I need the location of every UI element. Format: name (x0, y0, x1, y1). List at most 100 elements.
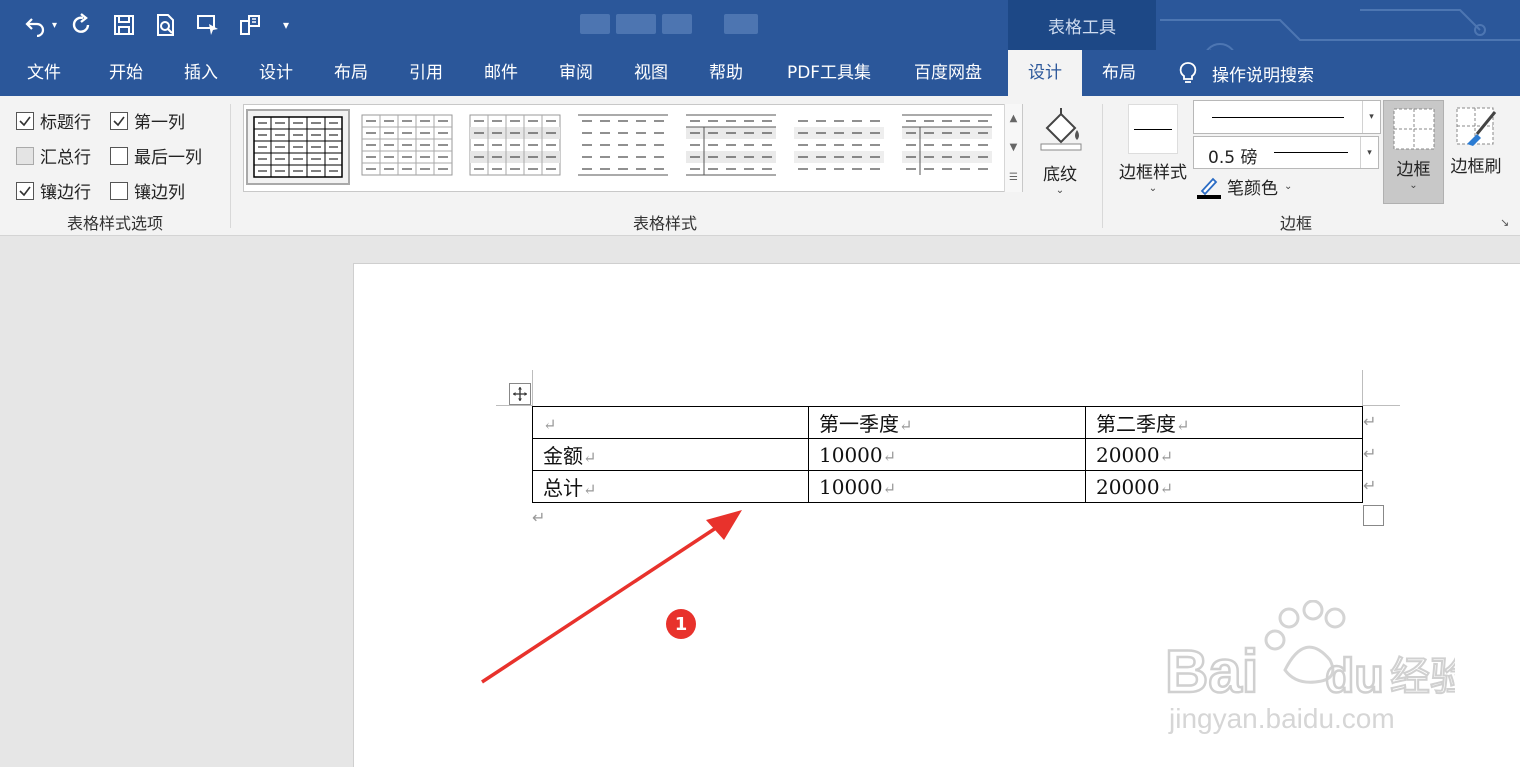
table-style-plain-lines-icon (578, 114, 668, 176)
borders-dialog-launcher-icon[interactable]: ↘ (1500, 216, 1509, 229)
table-guide-line (1362, 370, 1363, 406)
borders-button[interactable]: 边框 ⌄ (1383, 100, 1444, 204)
table-move-handle[interactable] (509, 383, 531, 405)
pen-color-icon (1197, 177, 1221, 199)
undo-dropdown-icon[interactable]: ▾ (52, 20, 57, 31)
customize-toolbar-icon[interactable]: ▾ (283, 18, 289, 32)
save-button[interactable] (107, 8, 141, 42)
undo-icon (25, 18, 45, 37)
table-cell[interactable]: 20000↵ (1085, 470, 1363, 503)
table-style-header-lines[interactable] (898, 109, 1002, 185)
touch-mode-button[interactable] (233, 8, 267, 42)
table-style-first-column[interactable] (682, 109, 786, 185)
present-icon (197, 15, 219, 35)
checkbox-header-row[interactable]: 标题行 (16, 108, 91, 133)
table-cell[interactable]: ↵ (532, 406, 809, 439)
checkbox-total-row[interactable]: 汇总行 (16, 143, 91, 168)
tab-references[interactable]: 引用 (392, 50, 460, 96)
move-arrows-icon (513, 387, 527, 401)
tab-home[interactable]: 开始 (92, 50, 160, 96)
tab-pdf-tools[interactable]: PDF工具集 (772, 50, 886, 96)
table-tools-context-title: 表格工具 (1008, 0, 1156, 50)
table-cell[interactable]: 10000↵ (808, 438, 1086, 471)
checkbox-disabled-icon (16, 146, 34, 165)
pen-color-label: 笔颜色 (1227, 179, 1278, 199)
shading-dropdown-icon: ⌄ (1055, 185, 1065, 196)
cell-end-mark: ↵ (583, 448, 597, 467)
checkbox-label: 第一列 (134, 113, 185, 133)
table-row: 金额↵ 10000↵ 20000↵ (532, 438, 1363, 471)
border-styles-button[interactable]: 边框样式 ⌄ (1112, 104, 1194, 194)
tab-mailings[interactable]: 邮件 (467, 50, 535, 96)
table-row: ↵ 第一季度↵ 第二季度↵ (532, 406, 1363, 439)
gallery-scroll-down[interactable]: ▼ (1004, 133, 1022, 162)
borders-grid-icon (1393, 108, 1434, 150)
border-painter-button[interactable]: 边框刷 (1446, 104, 1506, 177)
present-button[interactable] (191, 8, 225, 42)
row-end-mark: ↵ (1363, 412, 1377, 431)
gallery-scroll-up[interactable]: ▲ (1004, 104, 1022, 133)
cell-end-mark: ↵ (1159, 478, 1174, 498)
checkbox-first-column[interactable]: 第一列 (110, 108, 185, 133)
table-cell[interactable]: 20000↵ (1085, 438, 1363, 471)
print-preview-button[interactable] (149, 8, 183, 42)
table-style-grid[interactable] (246, 109, 350, 185)
row-end-mark: ↵ (1363, 444, 1377, 463)
red-arrow-annotation-icon (481, 510, 742, 684)
tab-design[interactable]: 设计 (242, 50, 310, 96)
tab-file[interactable]: 文件 (10, 50, 78, 96)
table-cell[interactable]: 第二季度↵ (1085, 406, 1363, 439)
table-style-plain-lines[interactable] (574, 109, 678, 185)
baidu-jingyan-watermark-icon: Bai du 经验 jingyan.baidu.com (1165, 600, 1455, 734)
line-style-sample (1212, 117, 1344, 118)
title-bar: ▾ ▾ 表格工具 (0, 0, 1520, 50)
quick-access-toolbar: ▾ ▾ (18, 8, 289, 42)
svg-text:Bai: Bai (1165, 638, 1258, 705)
circuit-decoration-icon (1160, 9, 1520, 50)
redo-button[interactable] (65, 8, 99, 42)
borders-label: 边框 (1396, 160, 1431, 180)
pen-color-button[interactable]: 笔颜色 ⌄ (1197, 174, 1292, 199)
undo-button[interactable] (18, 8, 52, 42)
table-style-light-grid[interactable] (358, 109, 462, 185)
border-painter-icon (1456, 107, 1497, 146)
border-styles-dropdown-icon: ⌄ (1148, 183, 1158, 194)
table-style-banded-light-icon (794, 120, 884, 170)
tab-view[interactable]: 视图 (617, 50, 685, 96)
tab-table-layout[interactable]: 布局 (1084, 50, 1154, 96)
checkbox-banded-columns[interactable]: 镶边列 (110, 178, 185, 203)
tab-baidu-netdisk[interactable]: 百度网盘 (898, 50, 998, 96)
table-style-light-grid-icon (361, 114, 453, 176)
print-preview-icon (157, 14, 175, 36)
table-cell[interactable]: 第一季度↵ (808, 406, 1086, 439)
checkbox-banded-rows[interactable]: 镶边行 (16, 178, 91, 203)
cell-end-mark: ↵ (1159, 446, 1174, 466)
tab-help[interactable]: 帮助 (692, 50, 760, 96)
row-end-mark: ↵ (1363, 476, 1377, 495)
repeat-icon (72, 13, 90, 33)
table-cell[interactable]: 金额↵ (532, 438, 809, 471)
shading-button[interactable]: 底纹 ⌄ (1030, 104, 1090, 196)
table-resize-handle[interactable] (1363, 505, 1384, 526)
line-weight-dropdown[interactable]: 0.5 磅 ▾ (1193, 136, 1379, 169)
tell-me-search[interactable]: 操作说明搜索 (1178, 50, 1314, 96)
checkbox-last-column[interactable]: 最后一列 (110, 143, 202, 168)
tab-layout[interactable]: 布局 (317, 50, 385, 96)
ribbon-panel: 标题行 第一列 汇总行 最后一列 镶边行 镶边列 表格样式选项 ▲ ▼ ☰ 表格… (0, 96, 1520, 236)
table-style-shaded-grid[interactable] (466, 109, 570, 185)
gallery-more[interactable]: ☰ (1004, 162, 1022, 192)
shading-label: 底纹 (1043, 165, 1077, 185)
table-cell[interactable]: 总计↵ (532, 470, 809, 503)
document-table[interactable]: ↵ 第一季度↵ 第二季度↵ 金额↵ 10000↵ 20000↵ 总计↵ 1000… (532, 406, 1363, 503)
table-guide-line (1362, 405, 1400, 406)
tab-table-design[interactable]: 设计 (1008, 50, 1082, 96)
tab-insert[interactable]: 插入 (167, 50, 235, 96)
table-cell[interactable]: 10000↵ (808, 470, 1086, 503)
table-style-banded-light[interactable] (790, 109, 894, 185)
line-weight-value: 0.5 磅 (1208, 148, 1258, 168)
checkbox-checked-icon (110, 111, 128, 130)
tab-review[interactable]: 审阅 (542, 50, 610, 96)
lightbulb-icon (1179, 62, 1197, 83)
line-style-dropdown[interactable]: ▾ (1193, 100, 1381, 134)
step-number-badge: 1 (666, 609, 696, 639)
